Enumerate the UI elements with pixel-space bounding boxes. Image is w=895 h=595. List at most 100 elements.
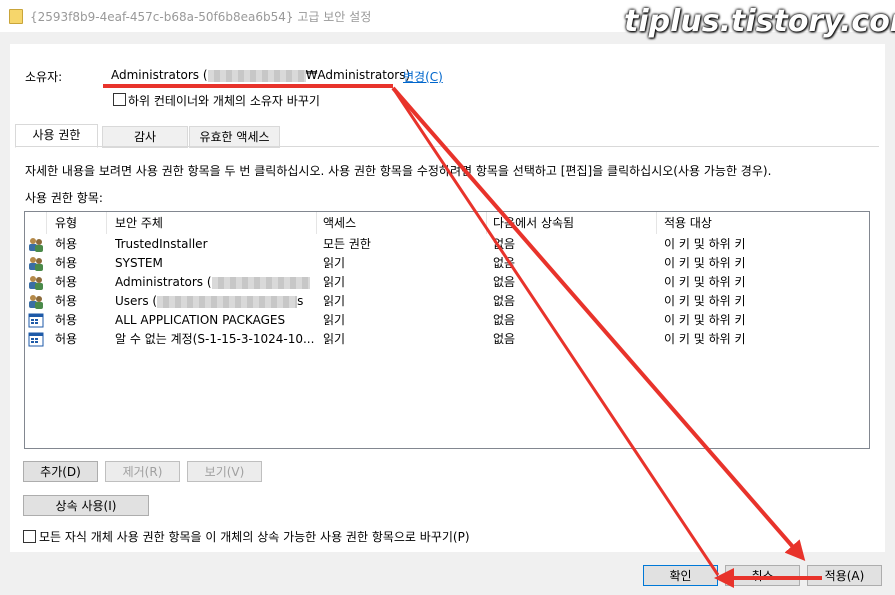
cell-type: 허용 (55, 330, 105, 349)
table-row[interactable]: 허용 Administrators ( 읽기 없음 이 키 및 하위 키 (25, 273, 869, 292)
col-inherited[interactable]: 다음에서 상속됨 (487, 212, 657, 234)
owner-label: 소유자: (25, 70, 63, 84)
cell-principal-text: ALL APPLICATION PACKAGES (115, 313, 286, 327)
owner-value: Administrators ( ₩Administrators) (111, 68, 410, 82)
cell-applies-text: 이 키 및 하위 키 (664, 256, 746, 270)
col-type[interactable]: 유형 (47, 212, 107, 234)
cell-access: 모든 권한 (323, 235, 483, 254)
replace-owner-checkbox[interactable] (113, 93, 126, 106)
watermark: tiplus.tistory.com (624, 4, 895, 39)
table-row[interactable]: 허용 TrustedInstaller 모든 권한 없음 이 키 및 하위 키 (25, 235, 869, 254)
cell-type-text: 허용 (55, 237, 78, 251)
redacted-domain (157, 295, 298, 308)
add-button[interactable]: 추가(D) (23, 461, 98, 482)
users-icon (28, 294, 44, 309)
cell-applies: 이 키 및 하위 키 (664, 330, 864, 349)
cell-type: 허용 (55, 235, 105, 254)
view-button[interactable]: 보기(V) (187, 461, 262, 482)
cell-access-text: 읽기 (323, 256, 346, 270)
cell-inherited-text: 없음 (493, 294, 516, 308)
cell-type: 허용 (55, 273, 105, 292)
title-bar: {2593f8b9-4eaf-457c-b68a-50f6b8ea6b54} 고… (0, 0, 895, 39)
cell-applies: 이 키 및 하위 키 (664, 254, 864, 273)
entries-label: 사용 권한 항목: (25, 191, 103, 205)
cell-applies: 이 키 및 하위 키 (664, 311, 864, 330)
package-icon (28, 313, 44, 328)
cell-access-text: 읽기 (323, 332, 346, 346)
redacted-domain (207, 69, 306, 82)
cell-principal-text: Administrators ( (115, 275, 212, 289)
cell-principal: ALL APPLICATION PACKAGES (115, 311, 315, 330)
owner-suffix: ₩Administrators) (305, 68, 411, 82)
ok-button[interactable]: 확인 (643, 565, 718, 586)
cell-inherited-text: 없음 (493, 313, 516, 327)
cell-principal: TrustedInstaller (115, 235, 315, 254)
cell-inherited-text: 없음 (493, 237, 516, 251)
remove-button[interactable]: 제거(R) (105, 461, 180, 482)
cell-inherited: 없음 (493, 235, 653, 254)
cell-applies-text: 이 키 및 하위 키 (664, 332, 746, 346)
cell-applies-text: 이 키 및 하위 키 (664, 275, 746, 289)
table-row[interactable]: 허용 SYSTEM 읽기 없음 이 키 및 하위 키 (25, 254, 869, 273)
cell-principal-text: 알 수 없는 계정(S-1-15-3-1024-10... (115, 332, 315, 346)
cell-access: 읽기 (323, 273, 483, 292)
cell-access: 읽기 (323, 330, 483, 349)
replace-owner-label: 하위 컨테이너와 개체의 소유자 바꾸기 (128, 94, 320, 108)
cell-access-text: 읽기 (323, 313, 346, 327)
cell-applies-text: 이 키 및 하위 키 (664, 313, 746, 327)
cell-inherited: 없음 (493, 311, 653, 330)
cell-inherited: 없음 (493, 330, 653, 349)
tab-effective-access[interactable]: 유효한 액세스 (189, 126, 280, 148)
table-row[interactable]: 허용 알 수 없는 계정(S-1-15-3-1024-10... 읽기 없음 이 키 및… (25, 330, 869, 349)
replace-child-checkbox[interactable] (23, 530, 36, 543)
cell-principal-text: SYSTEM (115, 256, 163, 270)
package-icon (28, 332, 44, 347)
cell-type-text: 허용 (55, 294, 78, 308)
tab-permissions[interactable]: 사용 권한 (15, 124, 98, 148)
cell-type-text: 허용 (55, 332, 78, 346)
cell-inherited: 없음 (493, 254, 653, 273)
cell-principal-text: TrustedInstaller (115, 237, 208, 251)
table-row[interactable]: 허용 Users ( s 읽기 없음 이 키 및 하위 키 (25, 292, 869, 311)
tab-panel-border (15, 146, 879, 147)
cell-access-text: 모든 권한 (323, 237, 371, 251)
owner-prefix: Administrators ( (111, 68, 208, 82)
list-header: 유형 보안 주체 액세스 다음에서 상속됨 적용 대상 (25, 212, 869, 234)
cell-access-text: 읽기 (323, 294, 346, 308)
cell-type: 허용 (55, 311, 105, 330)
users-icon (28, 237, 44, 252)
table-row[interactable]: 허용 ALL APPLICATION PACKAGES 읽기 없음 이 키 및 하위 키 (25, 311, 869, 330)
cell-principal-text: Users ( (115, 294, 158, 308)
users-icon (28, 275, 44, 290)
cell-type-text: 허용 (55, 256, 78, 270)
cell-principal: SYSTEM (115, 254, 315, 273)
cell-type-text: 허용 (55, 313, 78, 327)
cell-principal: 알 수 없는 계정(S-1-15-3-1024-10... (115, 330, 315, 349)
cell-type: 허용 (55, 292, 105, 311)
cell-inherited: 없음 (493, 273, 653, 292)
cancel-button[interactable]: 취소 (725, 565, 800, 586)
cell-access: 읽기 (323, 254, 483, 273)
col-icon (25, 212, 47, 234)
enable-inheritance-button[interactable]: 상속 사용(I) (23, 495, 149, 516)
col-principal[interactable]: 보안 주체 (107, 212, 317, 234)
cell-applies-text: 이 키 및 하위 키 (664, 237, 746, 251)
cell-applies-text: 이 키 및 하위 키 (664, 294, 746, 308)
col-access[interactable]: 액세스 (317, 212, 487, 234)
apply-button[interactable]: 적용(A) (807, 565, 882, 586)
change-owner-link[interactable]: 변경(C) (403, 68, 443, 85)
cell-applies: 이 키 및 하위 키 (664, 235, 864, 254)
replace-child-label: 모든 자식 개체 사용 권한 항목을 이 개체의 상속 가능한 사용 권한 항목… (39, 530, 470, 544)
permission-entries-list[interactable]: 유형 보안 주체 액세스 다음에서 상속됨 적용 대상 허용 TrustedIns… (24, 211, 870, 449)
cell-applies: 이 키 및 하위 키 (664, 292, 864, 311)
cell-applies: 이 키 및 하위 키 (664, 273, 864, 292)
cell-inherited-text: 없음 (493, 275, 516, 289)
cell-access: 읽기 (323, 311, 483, 330)
users-icon (28, 256, 44, 271)
cell-type-text: 허용 (55, 275, 78, 289)
col-applies[interactable]: 적용 대상 (657, 212, 867, 234)
redacted-domain (211, 276, 310, 289)
instructions-text: 자세한 내용을 보려면 사용 권한 항목을 두 번 클릭하십시오. 사용 권한 … (25, 164, 772, 178)
tab-auditing[interactable]: 감사 (102, 126, 188, 148)
redacted-tail: s (297, 294, 304, 308)
